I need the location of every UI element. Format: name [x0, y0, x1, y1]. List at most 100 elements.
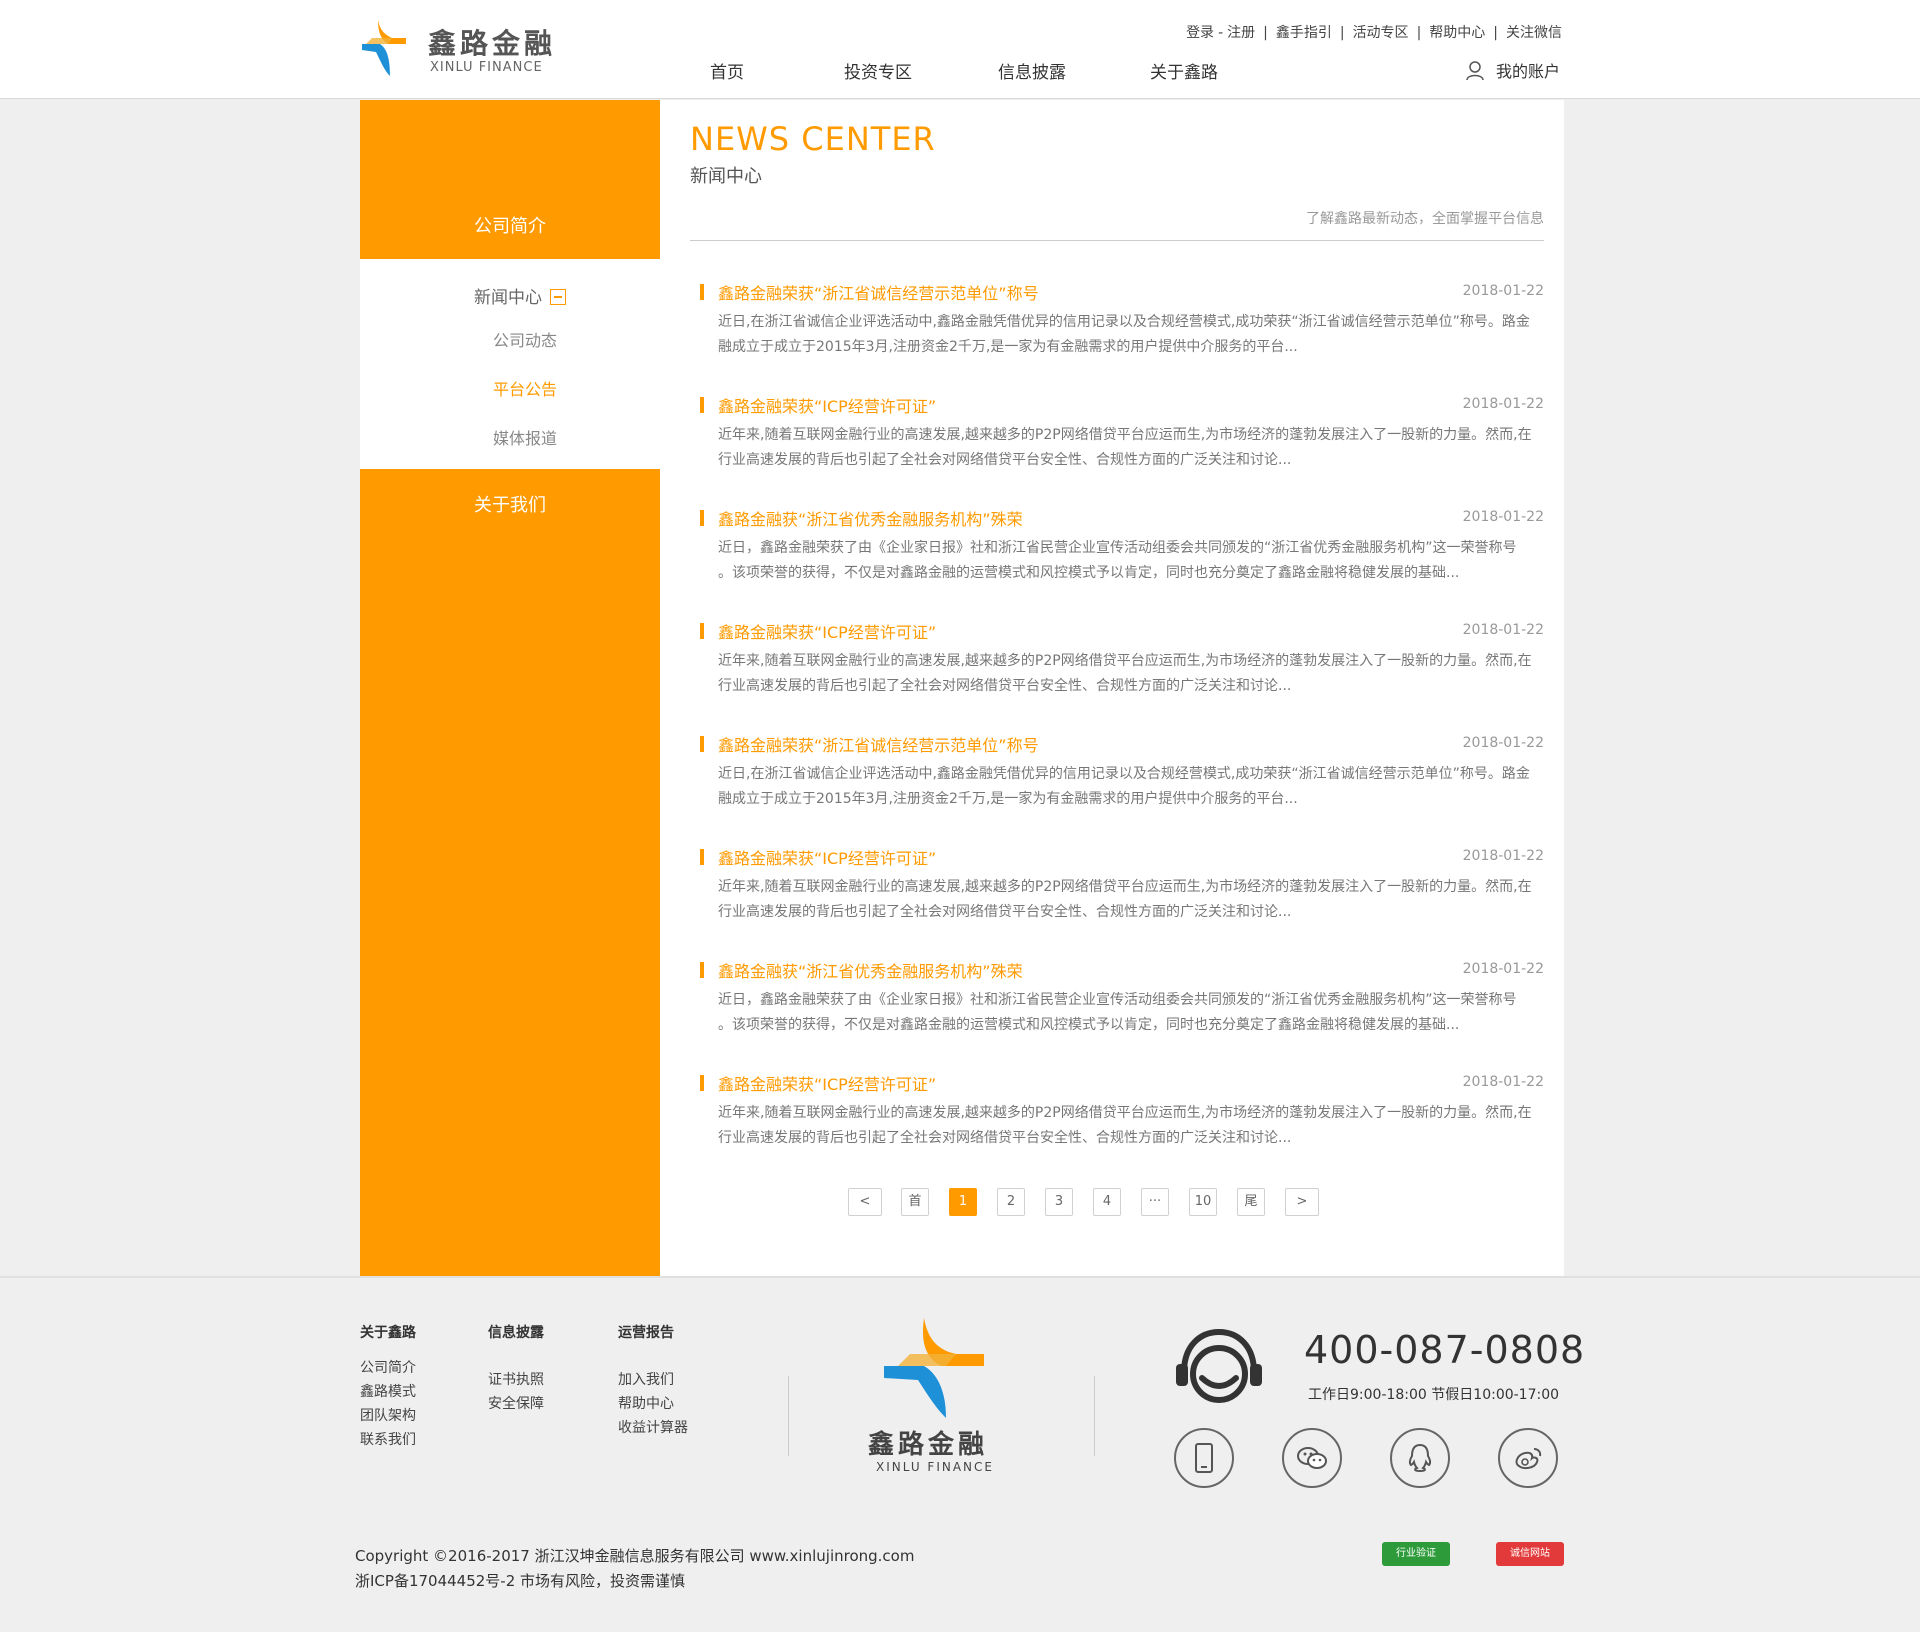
nav-invest[interactable]: 投资专区	[844, 58, 912, 83]
news-summary: 近年来,随着互联网金融行业的高速发展,越来越多的P2P网络借贷平台应运而生,为市…	[718, 423, 1544, 473]
sidebar-subitem-platform-notice[interactable]: 平台公告	[360, 376, 690, 400]
copyright-text: Copyright ©2016-2017 浙江汉坤金融信息服务有限公司 www.…	[355, 1547, 915, 1565]
customer-service-icon	[1176, 1328, 1262, 1403]
footer-link[interactable]: 加入我们	[618, 1368, 688, 1392]
news-title[interactable]: 鑫路金融荣获“浙江省诚信经营示范单位”称号	[718, 280, 1039, 304]
news-summary-line: 。该项荣誉的获得，不仅是对鑫路金融的运营模式和风控模式予以肯定，同时也充分奠定了…	[718, 1017, 1460, 1033]
news-date: 2018-01-22	[1462, 396, 1544, 412]
industry-verify-badge[interactable]: 行业验证	[1382, 1542, 1450, 1566]
news-summary: 近日，鑫路金融荣获了由《企业家日报》社和浙江省民营企业宣传活动组委会共同颁发的“…	[718, 536, 1544, 586]
footer-link[interactable]: 收益计算器	[618, 1416, 688, 1440]
prev-page-button[interactable]: <	[848, 1188, 882, 1216]
sidebar-section-intro: 公司简介	[360, 100, 660, 259]
footer-link[interactable]: 公司简介	[360, 1356, 416, 1380]
news-item: 鑫路金融获“浙江省优秀金融服务机构”殊荣 2018-01-22 近日，鑫路金融荣…	[700, 958, 1544, 1058]
news-date: 2018-01-22	[1462, 622, 1544, 638]
news-title[interactable]: 鑫路金融荣获“ICP经营许可证”	[718, 393, 936, 417]
weibo-icon[interactable]	[1498, 1428, 1558, 1488]
footer-link[interactable]: 联系我们	[360, 1428, 416, 1452]
news-item: 鑫路金融荣获“ICP经营许可证” 2018-01-22 近年来,随着互联网金融行…	[700, 619, 1544, 719]
credit-site-badge[interactable]: 诚信网站	[1496, 1542, 1564, 1566]
footer-logo-text-cn: 鑫路金融	[868, 1430, 989, 1460]
news-bullet	[700, 849, 704, 865]
news-item: 鑫路金融荣获“ICP经营许可证” 2018-01-22 近年来,随着互联网金融行…	[700, 1071, 1544, 1171]
news-date: 2018-01-22	[1462, 848, 1544, 864]
page-button-10[interactable]: 10	[1189, 1188, 1217, 1216]
news-bullet	[700, 1075, 704, 1091]
footer-col-about: 关于鑫路 公司简介 鑫路模式 团队架构 联系我们	[360, 1322, 416, 1452]
news-date: 2018-01-22	[1462, 735, 1544, 751]
news-title[interactable]: 鑫路金融获“浙江省优秀金融服务机构”殊荣	[718, 506, 1023, 530]
page-button-2[interactable]: 2	[997, 1188, 1025, 1216]
news-bullet	[700, 510, 704, 526]
site-logo[interactable]: 鑫路金融 XINLU FINANCE	[362, 18, 562, 78]
footer-link[interactable]: 证书执照	[488, 1368, 544, 1392]
news-bullet	[700, 397, 704, 413]
nav-home[interactable]: 首页	[710, 58, 744, 83]
sidebar-section-about: 关于我们	[360, 469, 660, 1276]
news-summary-line: 近日，鑫路金融荣获了由《企业家日报》社和浙江省民营企业宣传活动组委会共同颁发的“…	[718, 540, 1517, 556]
nav-disclosure[interactable]: 信息披露	[998, 58, 1066, 83]
news-bullet	[700, 736, 704, 752]
separator: -	[1218, 25, 1224, 41]
news-title[interactable]: 鑫路金融荣获“ICP经营许可证”	[718, 845, 936, 869]
news-summary-line: 近日,在浙江省诚信企业评选活动中,鑫路金融凭借优异的信用记录以及合规经营模式,成…	[718, 314, 1530, 330]
next-page-button[interactable]: >	[1285, 1188, 1319, 1216]
first-page-button[interactable]: 首	[901, 1188, 929, 1216]
sidebar-subitem-media[interactable]: 媒体报道	[360, 425, 690, 449]
footer-heading: 运营报告	[618, 1325, 674, 1341]
my-account-link[interactable]: 我的账户	[1466, 58, 1560, 82]
news-title[interactable]: 鑫路金融荣获“浙江省诚信经营示范单位”称号	[718, 732, 1039, 756]
divider	[690, 240, 1544, 241]
copyright-block: Copyright ©2016-2017 浙江汉坤金融信息服务有限公司 www.…	[355, 1544, 914, 1594]
sidebar-item-news-center[interactable]: 新闻中心	[474, 283, 566, 308]
news-title[interactable]: 鑫路金融获“浙江省优秀金融服务机构”殊荣	[718, 958, 1023, 982]
separator: |	[1263, 25, 1268, 41]
page-button-4[interactable]: 4	[1093, 1188, 1121, 1216]
page-title-en: NEWS CENTER	[690, 120, 936, 158]
nav-about[interactable]: 关于鑫路	[1150, 58, 1218, 83]
footer-link[interactable]: 鑫路模式	[360, 1380, 416, 1404]
footer-link[interactable]: 帮助中心	[618, 1392, 688, 1416]
help-link[interactable]: 帮助中心	[1429, 25, 1485, 41]
collapse-icon[interactable]	[550, 289, 566, 305]
sidebar-subitem-company-news[interactable]: 公司动态	[360, 327, 690, 351]
sidebar-item-about-us[interactable]: 关于我们	[360, 491, 660, 517]
news-date: 2018-01-22	[1462, 509, 1544, 525]
news-summary-line: 近年来,随着互联网金融行业的高速发展,越来越多的P2P网络借贷平台应运而生,为市…	[718, 879, 1532, 895]
wechat-icon[interactable]	[1282, 1428, 1342, 1488]
logo-text-en: XINLU FINANCE	[430, 60, 543, 75]
register-link[interactable]: 注册	[1227, 25, 1255, 41]
mobile-icon[interactable]	[1174, 1428, 1234, 1488]
news-item: 鑫路金融荣获“浙江省诚信经营示范单位”称号 2018-01-22 近日,在浙江省…	[700, 280, 1544, 380]
footer-divider	[788, 1376, 789, 1456]
footer-link[interactable]: 安全保障	[488, 1392, 544, 1416]
news-summary: 近年来,随着互联网金融行业的高速发展,越来越多的P2P网络借贷平台应运而生,为市…	[718, 649, 1544, 699]
footer-divider	[1094, 1376, 1095, 1456]
events-link[interactable]: 活动专区	[1353, 25, 1409, 41]
footer-link[interactable]: 团队架构	[360, 1404, 416, 1428]
page-button-3[interactable]: 3	[1045, 1188, 1073, 1216]
my-account-label: 我的账户	[1495, 62, 1560, 81]
news-item: 鑫路金融荣获“ICP经营许可证” 2018-01-22 近年来,随着互联网金融行…	[700, 845, 1544, 945]
news-main-panel: NEWS CENTER 新闻中心 了解鑫路最新动态，全面掌握平台信息 鑫路金融荣…	[660, 100, 1564, 1276]
news-summary-line: 行业高速发展的背后也引起了全社会对网络借贷平台安全性、合规性方面的广泛关注和讨论…	[718, 1130, 1292, 1146]
sidebar-item-company-intro[interactable]: 公司简介	[360, 212, 660, 238]
logo-mark-icon	[362, 20, 406, 76]
wechat-follow-link[interactable]: 关注微信	[1506, 25, 1562, 41]
news-date: 2018-01-22	[1462, 961, 1544, 977]
news-summary-line: 近年来,随着互联网金融行业的高速发展,越来越多的P2P网络借贷平台应运而生,为市…	[718, 653, 1532, 669]
news-summary-line: 近年来,随着互联网金融行业的高速发展,越来越多的P2P网络借贷平台应运而生,为市…	[718, 1105, 1532, 1121]
news-title[interactable]: 鑫路金融荣获“ICP经营许可证”	[718, 1071, 936, 1095]
top-links: 登录 - 注册 | 鑫手指引 | 活动专区 | 帮助中心 | 关注微信	[1186, 22, 1562, 42]
footer-border	[0, 1276, 1920, 1278]
qq-icon[interactable]	[1390, 1428, 1450, 1488]
last-page-button[interactable]: 尾	[1237, 1188, 1265, 1216]
news-title[interactable]: 鑫路金融荣获“ICP经营许可证”	[718, 619, 936, 643]
login-link[interactable]: 登录	[1186, 25, 1214, 41]
guide-link[interactable]: 鑫手指引	[1276, 25, 1332, 41]
page-button-1[interactable]: 1	[949, 1188, 977, 1216]
news-bullet	[700, 623, 704, 639]
news-summary: 近年来,随着互联网金融行业的高速发展,越来越多的P2P网络借贷平台应运而生,为市…	[718, 875, 1544, 925]
footer-logo-mark-icon	[884, 1318, 984, 1418]
